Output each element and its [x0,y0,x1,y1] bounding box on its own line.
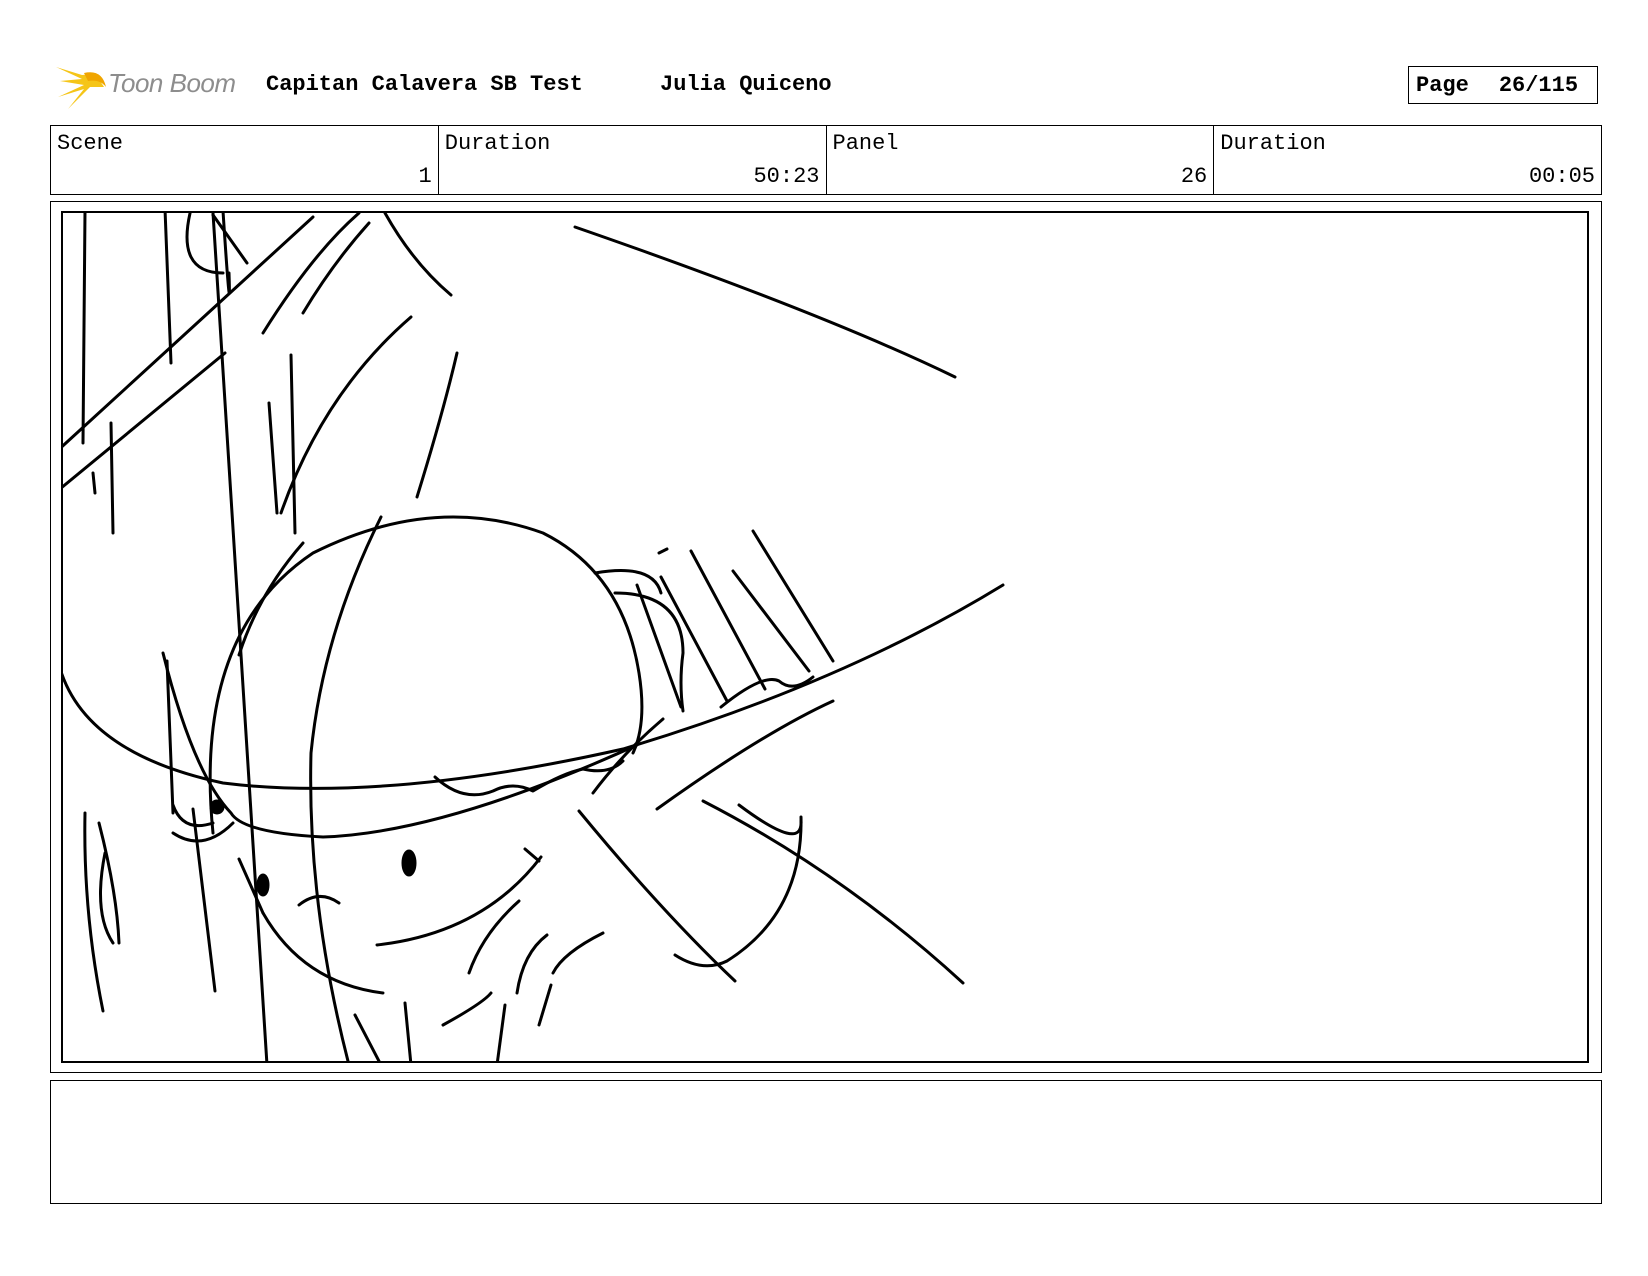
project-title: Capitan Calavera SB Test [266,72,583,97]
panel-cell: Panel 26 [827,126,1215,194]
scene-label: Scene [57,131,124,156]
page-indicator: Page 26/115 [1408,66,1598,104]
page-number: 26/115 [1498,72,1579,98]
page-label: Page [1416,72,1469,98]
panel-label: Panel [832,131,899,156]
scene-duration-label: Duration [444,131,551,156]
scene-cell: Scene 1 [51,126,439,194]
scene-duration-cell: Duration 50:23 [439,126,827,194]
panel-duration-label: Duration [1220,131,1326,156]
starburst-icon [56,67,106,109]
toon-boom-logo: Toon Boom [50,56,250,112]
scene-value: 1 [418,164,432,189]
panel-value: 26 [1180,164,1208,189]
panel-duration-cell: Duration 00:05 [1214,126,1601,194]
storyboard-panel [61,211,1589,1063]
scene-duration-value: 50:23 [753,164,820,189]
author-name: Julia Quiceno [660,72,832,97]
panel-duration-value: 00:05 [1528,164,1595,189]
panel-frame [50,201,1602,1073]
logo-text: Toon Boom [108,68,236,98]
notes-box [50,1080,1602,1204]
scene-info-table: Scene 1 Duration 50:23 Panel 26 Duration… [50,125,1602,195]
page-header: Toon Boom Capitan Calavera SB Test Julia… [50,56,1600,112]
storyboard-sketch [63,213,1005,1061]
